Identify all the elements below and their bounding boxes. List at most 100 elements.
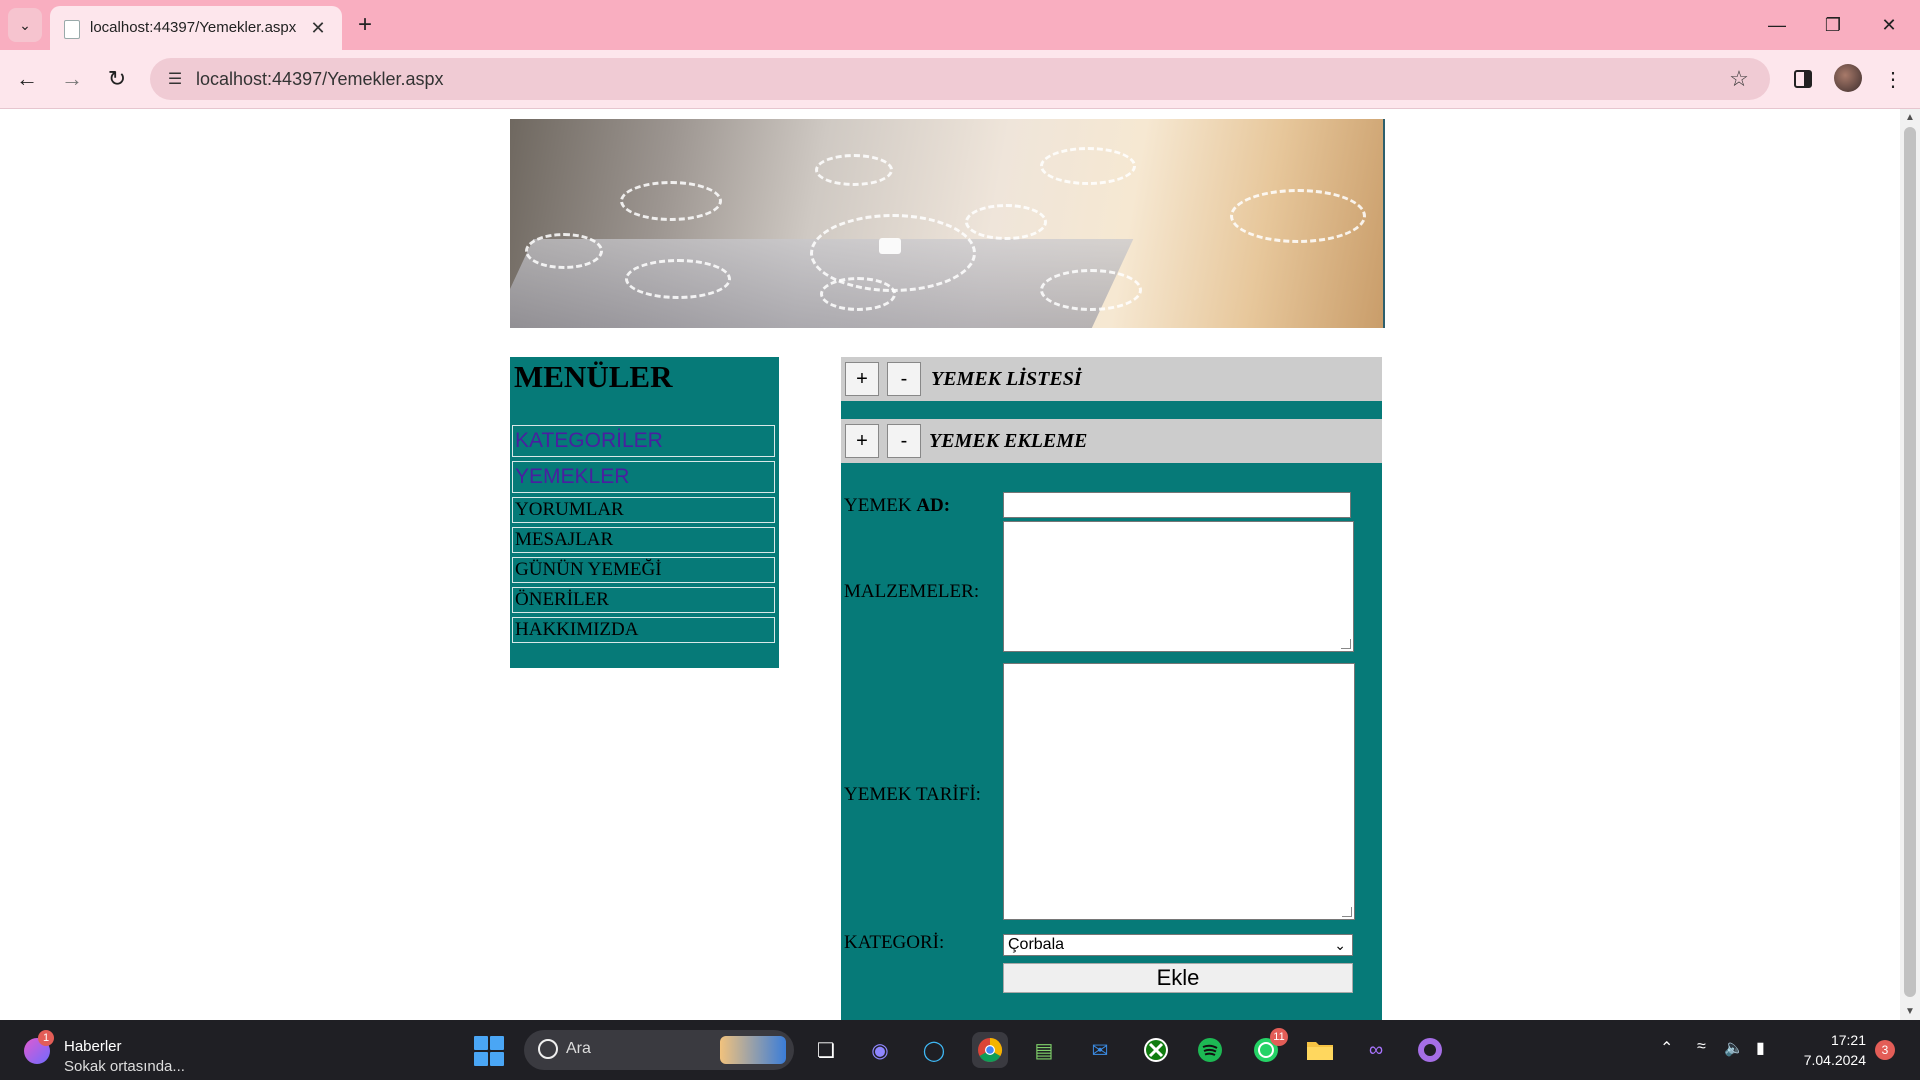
mail-icon[interactable]: ✉	[1082, 1032, 1118, 1068]
reload-button[interactable]: ↻	[100, 62, 134, 96]
ingredients-textarea[interactable]	[1003, 521, 1354, 652]
photos-app-icon[interactable]: ▤	[1026, 1032, 1062, 1068]
task-view-icon[interactable]: ❏	[808, 1032, 844, 1068]
edge-browser-icon[interactable]: ◯	[916, 1032, 952, 1068]
folder-icon	[1307, 1042, 1333, 1060]
page-favicon-icon	[64, 20, 80, 39]
teams-chat-icon[interactable]: ◉	[862, 1032, 898, 1068]
header-banner-image	[510, 119, 1385, 328]
add-food-button[interactable]: Ekle	[1003, 963, 1353, 993]
food-name-label-prefix: YEMEK	[844, 495, 917, 516]
browser-toolbar: ← → ↻ ☰ localhost:44397/Yemekler.aspx ☆ …	[0, 50, 1920, 109]
news-title: Haberler	[64, 1038, 122, 1055]
address-bar[interactable]: ☰ localhost:44397/Yemekler.aspx ☆	[150, 58, 1770, 100]
scrollbar-thumb[interactable]	[1904, 127, 1916, 997]
search-icon	[538, 1039, 558, 1059]
url-text[interactable]: localhost:44397/Yemekler.aspx	[196, 69, 444, 90]
sidebar-item-hakkimizda[interactable]: HAKKIMIZDA	[512, 617, 775, 643]
expand-add-button[interactable]: +	[845, 424, 879, 458]
sidebar-item-mesajlar[interactable]: MESAJLAR	[512, 527, 775, 553]
food-name-input[interactable]	[1003, 492, 1351, 518]
chart-circle-graphic	[820, 277, 896, 311]
recipe-label: YEMEK TARİFİ:	[844, 784, 981, 805]
sidebar-item-kategoriler[interactable]: KATEGORİLER	[512, 425, 775, 457]
food-list-title: YEMEK LİSTESİ	[931, 368, 1082, 390]
sidebar-item-yemekler[interactable]: YEMEKLER	[512, 461, 775, 493]
start-button[interactable]	[474, 1036, 504, 1066]
recipe-textarea[interactable]	[1003, 663, 1355, 920]
github-desktop-icon[interactable]	[1412, 1032, 1448, 1068]
sidebar-item-gunun-yemegi[interactable]: GÜNÜN YEMEĞİ	[512, 557, 775, 583]
browser-menu-button[interactable]: ⋮	[1878, 62, 1908, 96]
monitor-circle-graphic	[1230, 189, 1366, 243]
wifi-icon[interactable]: ≈	[1697, 1038, 1706, 1056]
battery-icon[interactable]: ▮	[1756, 1038, 1765, 1058]
sidebar-item-oneriler[interactable]: ÖNERİLER	[512, 587, 775, 613]
page-scrollbar[interactable]: ▲ ▼	[1900, 109, 1920, 1020]
tab-search-button[interactable]: ⌄	[8, 8, 42, 42]
back-button[interactable]: ←	[10, 62, 44, 96]
sidebar-title: MENÜLER	[514, 359, 673, 394]
chrome-browser-icon[interactable]	[972, 1032, 1008, 1068]
ingredients-label: MALZEMELER:	[844, 581, 980, 602]
chevron-down-icon: ⌄	[19, 16, 31, 33]
resize-grip-icon[interactable]	[1342, 907, 1352, 917]
windows-logo-pane	[474, 1036, 488, 1050]
news-subtitle: Sokak ortasında...	[64, 1058, 185, 1075]
food-add-title: YEMEK EKLEME	[929, 430, 1088, 452]
minimize-window-icon[interactable]: —	[1762, 10, 1792, 40]
wifi-circle-graphic	[965, 204, 1047, 240]
tab-title: localhost:44397/Yemekler.aspx	[90, 19, 297, 36]
browser-tab-active[interactable]: localhost:44397/Yemekler.aspx ✕	[50, 6, 342, 50]
close-tab-icon[interactable]: ✕	[306, 16, 330, 40]
cloud-circle-graphic	[620, 181, 722, 221]
windows-taskbar: 1 Haberler Sokak ortasında... Ara ❏ ◉ ◯ …	[0, 1020, 1920, 1080]
github-logo-icon	[1418, 1038, 1442, 1062]
close-window-icon[interactable]: ✕	[1874, 10, 1904, 40]
food-panel: + - YEMEK LİSTESİ + - YEMEK EKLEME YEMEK…	[841, 357, 1382, 1020]
sidebar-item-yorumlar[interactable]: YORUMLAR	[512, 497, 775, 523]
chevron-down-icon: ⌄	[1334, 937, 1346, 953]
arrow-left-icon: ←	[16, 66, 38, 91]
collapse-add-button[interactable]: -	[887, 424, 921, 458]
spotify-icon[interactable]	[1192, 1032, 1228, 1068]
visual-studio-icon[interactable]: ∞	[1358, 1032, 1394, 1068]
notification-count-badge[interactable]: 3	[1875, 1040, 1895, 1060]
expand-list-button[interactable]: +	[845, 362, 879, 396]
taskbar-search[interactable]: Ara	[524, 1030, 794, 1070]
taskbar-search-label: Ara	[566, 1040, 591, 1057]
news-badge: 1	[38, 1030, 54, 1046]
lock-circle-graphic-bottom	[1040, 269, 1142, 311]
lock-icon	[879, 238, 901, 254]
arrow-right-icon: →	[61, 66, 83, 91]
scroll-up-arrow-icon[interactable]: ▲	[1905, 112, 1915, 123]
category-select[interactable]: Çorbala ⌄	[1003, 934, 1353, 956]
mail-circle-graphic	[625, 259, 731, 299]
file-explorer-icon[interactable]	[1302, 1032, 1338, 1068]
collapse-list-button[interactable]: -	[887, 362, 921, 396]
page-viewport: MENÜLER KATEGORİLER YEMEKLER YORUMLAR ME…	[0, 109, 1900, 1020]
spotify-logo-icon	[1198, 1038, 1222, 1062]
forward-button[interactable]: →	[55, 62, 89, 96]
chevron-up-icon[interactable]: ⌃	[1660, 1038, 1673, 1058]
news-widget[interactable]: 1 Haberler Sokak ortasında...	[24, 1030, 224, 1075]
scroll-down-arrow-icon[interactable]: ▼	[1905, 1006, 1915, 1017]
clock-date[interactable]: 7.04.2024	[1790, 1052, 1866, 1068]
category-label: KATEGORİ:	[844, 932, 945, 953]
sidebar-menu: KATEGORİLER YEMEKLER YORUMLAR MESAJLAR G…	[512, 425, 775, 647]
menu-sidebar: MENÜLER KATEGORİLER YEMEKLER YORUMLAR ME…	[510, 357, 779, 668]
resize-grip-icon[interactable]	[1341, 639, 1351, 649]
side-panel-button[interactable]	[1786, 62, 1820, 96]
windows-logo-pane	[490, 1052, 504, 1066]
profile-avatar[interactable]	[1834, 64, 1862, 92]
bookmark-star-icon[interactable]: ☆	[1724, 64, 1754, 94]
lock-circle-graphic-small	[525, 233, 603, 269]
clock-time[interactable]: 17:21	[1810, 1032, 1866, 1048]
food-name-label-bold: AD:	[916, 495, 951, 516]
new-tab-button[interactable]: +	[350, 10, 380, 40]
volume-icon[interactable]: 🔈	[1724, 1038, 1744, 1058]
site-info-icon[interactable]: ☰	[160, 64, 190, 94]
xbox-icon[interactable]	[1138, 1032, 1174, 1068]
whatsapp-icon[interactable]: 11	[1248, 1028, 1288, 1068]
restore-window-icon[interactable]: ❐	[1818, 10, 1848, 40]
